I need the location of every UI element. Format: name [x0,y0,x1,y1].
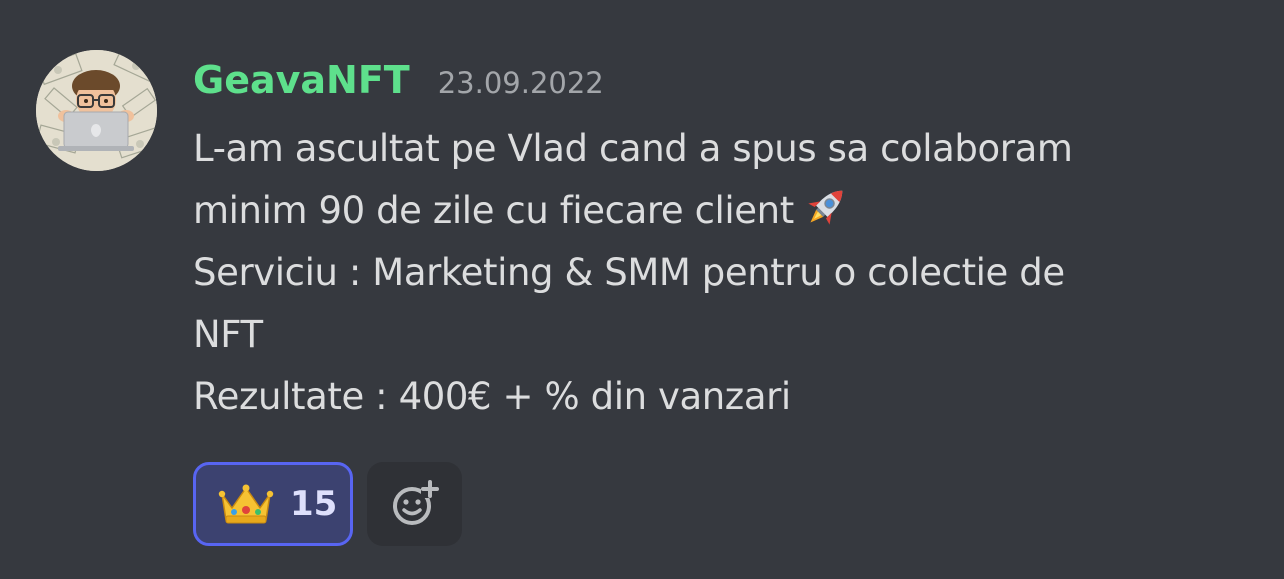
rocket-icon [800,181,852,233]
crown-icon [218,484,274,524]
message-line: Serviciu : Marketing & SMM pentru o cole… [193,251,1065,294]
chat-message: GeavaNFT 23.09.2022 L-am ascultat pe Vla… [0,0,1284,579]
add-reaction-button[interactable] [367,462,462,546]
timestamp: 23.09.2022 [437,66,604,100]
message-line-text: minim 90 de zile cu fiecare client [193,189,794,232]
reaction-count: 15 [290,484,338,524]
reaction-crown[interactable]: 15 [193,462,353,546]
message-header: GeavaNFT 23.09.2022 [193,58,604,114]
message-line: L-am ascultat pe Vlad cand a spus sa col… [193,127,1073,170]
reactions-bar: 15 [193,462,462,546]
message-line: Rezultate : 400€ + % din vanzari [193,375,791,418]
message-line-with-emoji: minim 90 de zile cu fiecare client [193,180,1193,242]
avatar[interactable] [36,50,157,171]
add-reaction-icon [392,480,439,525]
memoji-laptop-icon [36,50,157,171]
message-content: L-am ascultat pe Vlad cand a spus sa col… [193,118,1193,428]
message-line: NFT [193,313,263,356]
username[interactable]: GeavaNFT [193,58,410,102]
